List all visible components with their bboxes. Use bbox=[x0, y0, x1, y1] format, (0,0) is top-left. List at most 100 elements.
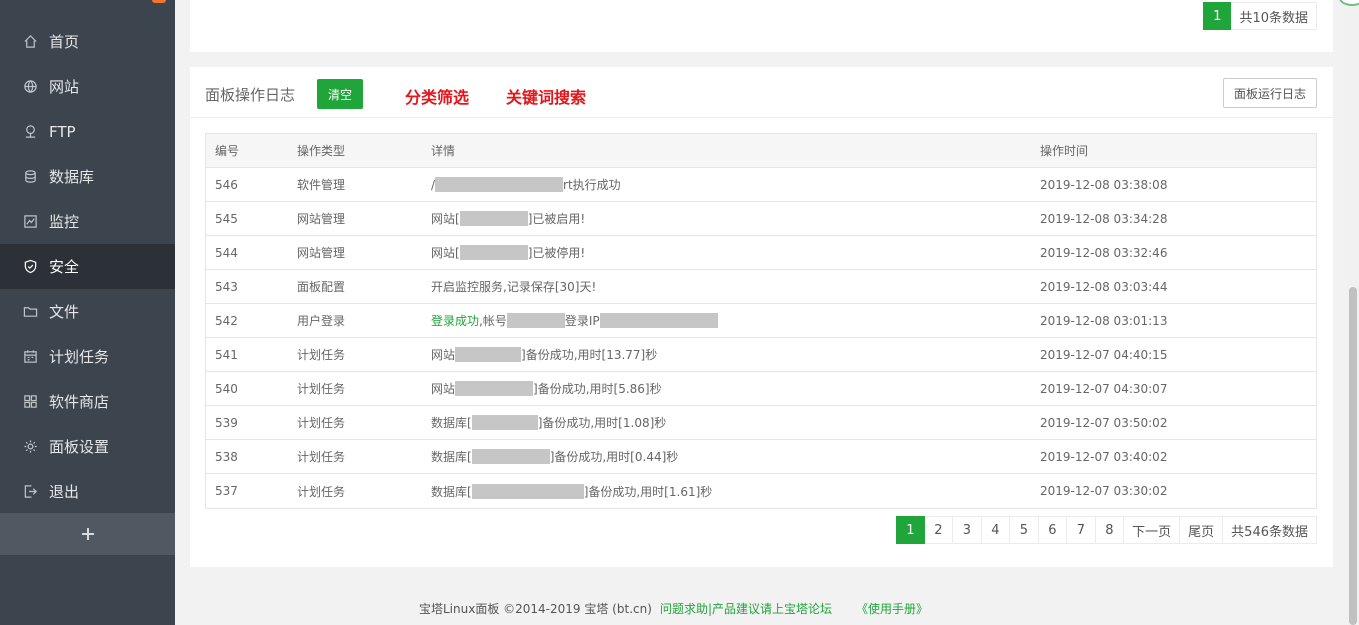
cell-time: 2019-12-08 03:32:46 bbox=[1040, 245, 1168, 260]
calendar-icon bbox=[22, 349, 38, 365]
table-row: 546 软件管理 / rt执行成功 2019-12-08 03:38:08 bbox=[206, 168, 1316, 202]
page-4[interactable]: 4 bbox=[981, 516, 1011, 544]
sidebar-item-ftp[interactable]: FTP bbox=[0, 109, 175, 154]
cell-id: 537 bbox=[215, 484, 238, 498]
redacted-block bbox=[455, 347, 522, 362]
cell-detail: 网站[]已被停用! bbox=[431, 245, 586, 260]
footer: 宝塔Linux面板 ©2014-2019 宝塔 (bt.cn) 问题求助|产品建… bbox=[175, 582, 1359, 625]
plus-icon bbox=[81, 528, 94, 540]
cell-type: 计划任务 bbox=[297, 450, 346, 464]
column-header-type: 操作类型 bbox=[297, 144, 346, 158]
page-8[interactable]: 8 bbox=[1095, 516, 1125, 544]
cell-detail: 登录成功 ,帐号 登录IP bbox=[423, 312, 1032, 329]
sidebar-item-label: 安全 bbox=[49, 258, 80, 276]
table-header: 编号 操作类型 详情 操作时间 bbox=[206, 134, 1316, 168]
globe-icon bbox=[22, 79, 38, 95]
cell-detail: 数据库[]备份成功,用时[0.44]秒 bbox=[431, 449, 679, 464]
run-log-button[interactable]: 面板运行日志 bbox=[1223, 78, 1317, 108]
table-row: 542 用户登录 登录成功 ,帐号 登录IP 2019-12-08 03:01:13 bbox=[206, 304, 1316, 338]
sidebar-item-security[interactable]: 安全 bbox=[0, 244, 175, 289]
table-row: 541 计划任务 网站]备份成功,用时[13.77]秒 2019-12-07 0… bbox=[206, 338, 1316, 372]
table-row: 543 面板配置 开启监控服务,记录保存[30]天! 2019-12-08 03… bbox=[206, 270, 1316, 304]
cell-detail: 数据库[]备份成功,用时[1.08]秒 bbox=[431, 415, 667, 430]
shield-icon bbox=[22, 259, 38, 275]
manual-link[interactable]: 《使用手册》 bbox=[856, 600, 928, 617]
page-1[interactable]: 1 bbox=[896, 516, 925, 544]
cell-id: 546 bbox=[215, 177, 238, 192]
panel-operation-log: 面板操作日志 清空 分类筛选 关键词搜索 面板运行日志 编号 操作类型 详情 操… bbox=[190, 67, 1333, 567]
next-page-button[interactable]: 下一页 bbox=[1124, 516, 1181, 544]
column-header-id: 编号 bbox=[215, 144, 240, 158]
cell-id: 540 bbox=[215, 381, 238, 396]
redacted-block bbox=[459, 245, 528, 260]
add-shortcut-button[interactable] bbox=[0, 513, 175, 555]
sidebar-item-logout[interactable]: 退出 bbox=[0, 469, 175, 514]
pagination: 1 共10条数据 bbox=[1202, 2, 1317, 30]
cell-id: 545 bbox=[215, 211, 238, 226]
grid-icon bbox=[22, 394, 38, 410]
cell-type: 软件管理 bbox=[297, 178, 346, 192]
page-3[interactable]: 3 bbox=[953, 516, 982, 544]
sidebar-item-cron[interactable]: 计划任务 bbox=[0, 334, 175, 379]
cell-time: 2019-12-07 04:30:07 bbox=[1040, 381, 1168, 396]
sidebar-item-home[interactable]: 首页 bbox=[0, 19, 175, 64]
folder-icon bbox=[22, 304, 38, 320]
clear-button[interactable]: 清空 bbox=[317, 79, 363, 109]
sidebar-item-label: 计划任务 bbox=[49, 348, 110, 366]
cell-detail: 开启监控服务,记录保存[30]天! bbox=[431, 280, 597, 294]
database-icon bbox=[22, 169, 38, 185]
column-header-time: 操作时间 bbox=[1040, 144, 1089, 158]
sidebar-item-label: 退出 bbox=[49, 483, 80, 501]
cell-id: 543 bbox=[215, 279, 238, 294]
page-5[interactable]: 5 bbox=[1010, 516, 1039, 544]
sidebar-item-label: 数据库 bbox=[49, 168, 95, 186]
cell-detail: / rt执行成功 bbox=[431, 177, 621, 192]
redacted-block bbox=[459, 211, 528, 226]
cell-type: 计划任务 bbox=[297, 416, 346, 430]
cell-time: 2019-12-08 03:34:28 bbox=[1040, 211, 1168, 226]
cell-id: 542 bbox=[215, 313, 238, 328]
cell-id: 538 bbox=[215, 449, 238, 464]
last-page-button[interactable]: 尾页 bbox=[1180, 516, 1224, 544]
redacted-block bbox=[599, 313, 718, 328]
sidebar-item-label: 网站 bbox=[49, 78, 80, 96]
cell-time: 2019-12-08 03:01:13 bbox=[1040, 313, 1168, 328]
monitor-icon bbox=[22, 214, 38, 230]
table-row: 539 计划任务 数据库[]备份成功,用时[1.08]秒 2019-12-07 … bbox=[206, 406, 1316, 440]
cell-time: 2019-12-07 03:40:02 bbox=[1040, 449, 1168, 464]
cell-time: 2019-12-07 04:40:15 bbox=[1040, 347, 1168, 362]
sidebar-item-website[interactable]: 网站 bbox=[0, 64, 175, 109]
table-row: 545 网站管理 网站[]已被启用! 2019-12-08 03:34:28 bbox=[206, 202, 1316, 236]
page-2[interactable]: 2 bbox=[924, 516, 954, 544]
floating-widget[interactable] bbox=[1339, 0, 1359, 6]
redacted-block bbox=[471, 483, 584, 499]
cell-type: 网站管理 bbox=[297, 246, 346, 260]
forum-link[interactable]: 问题求助|产品建议请上宝塔论坛 bbox=[660, 600, 832, 617]
logout-icon bbox=[22, 484, 38, 500]
redacted-block bbox=[435, 177, 564, 192]
redacted-block bbox=[455, 381, 534, 396]
sidebar-item-settings[interactable]: 面板设置 bbox=[0, 424, 175, 469]
page-7[interactable]: 7 bbox=[1067, 516, 1096, 544]
cell-type: 计划任务 bbox=[297, 382, 346, 396]
sidebar-item-database[interactable]: 数据库 bbox=[0, 154, 175, 199]
sidebar-item-label: FTP bbox=[49, 122, 76, 141]
page-current[interactable]: 1 bbox=[1202, 2, 1232, 30]
sidebar-item-label: 监控 bbox=[49, 213, 80, 231]
cell-type: 计划任务 bbox=[297, 484, 346, 499]
scrollbar-thumb[interactable] bbox=[1349, 287, 1357, 625]
cell-time: 2019-12-07 03:30:02 bbox=[1040, 484, 1168, 498]
cell-type: 网站管理 bbox=[297, 212, 346, 226]
sidebar-item-label: 软件商店 bbox=[49, 393, 110, 411]
page-6[interactable]: 6 bbox=[1038, 516, 1068, 544]
cell-detail: 网站]备份成功,用时[5.86]秒 bbox=[431, 381, 662, 396]
total-count: 共546条数据 bbox=[1223, 516, 1317, 544]
sidebar-item-monitor[interactable]: 监控 bbox=[0, 199, 175, 244]
home-icon bbox=[22, 34, 38, 50]
sidebar-item-files[interactable]: 文件 bbox=[0, 289, 175, 334]
sidebar-item-store[interactable]: 软件商店 bbox=[0, 379, 175, 424]
sidebar-item-label: 首页 bbox=[49, 33, 80, 51]
category-filter-label: 分类筛选 bbox=[405, 88, 470, 107]
page-total: 共10条数据 bbox=[1231, 2, 1317, 30]
cell-id: 544 bbox=[215, 245, 238, 260]
